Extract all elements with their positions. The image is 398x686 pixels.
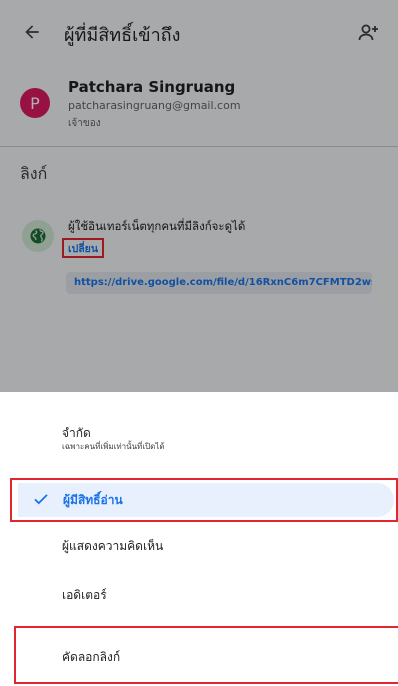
option-commenter[interactable]: ผู้แสดงความคิดเห็น [62, 537, 163, 556]
page-title: ผู้ที่มีสิทธิ์เข้าถึง [64, 25, 181, 46]
option-restricted[interactable]: จำกัด เฉพาะคนที่เพิ่มเท่านั้นที่เปิดได้ [0, 418, 398, 468]
share-url[interactable]: https://drive.google.com/file/d/16RxnC6m… [66, 272, 372, 294]
back-button[interactable] [18, 18, 46, 46]
link-section-title: ลิงก์ [20, 164, 48, 183]
option-reader[interactable]: ผู้มีสิทธิ์อ่าน [10, 478, 398, 522]
option-editor[interactable]: เอดิเตอร์ [62, 586, 107, 605]
globe-icon [22, 220, 54, 252]
divider [0, 146, 398, 147]
change-link-button[interactable]: เปลี่ยน [62, 238, 104, 258]
link-access-description: ผู้ใช้อินเทอร์เน็ตทุกคนที่มีลิงก์จะดูได้ [68, 219, 246, 233]
owner-email: patcharasingruang@gmail.com [68, 99, 241, 112]
app-bar: ผู้ที่มีสิทธิ์เข้าถึง [0, 0, 398, 70]
link-settings-row: ผู้ใช้อินเทอร์เน็ตทุกคนที่มีลิงก์จะดูได้… [0, 210, 398, 300]
option-restricted-subtitle: เฉพาะคนที่เพิ่มเท่านั้นที่เปิดได้ [62, 442, 165, 451]
copy-link-button[interactable]: คัดลอกลิงก์ [14, 626, 398, 684]
access-bottom-sheet: จำกัด เฉพาะคนที่เพิ่มเท่านั้นที่เปิดได้ … [0, 392, 398, 686]
check-icon [34, 494, 48, 505]
owner-role: เจ้าของ [68, 118, 101, 129]
add-people-button[interactable] [354, 19, 382, 47]
owner-row[interactable]: P Patchara Singruang patcharasingruang@g… [0, 70, 398, 138]
globe-icon-graphic [30, 228, 46, 244]
owner-name: Patchara Singruang [68, 78, 236, 96]
sharing-screen: ผู้ที่มีสิทธิ์เข้าถึง P Patchara Singrua… [0, 0, 398, 392]
option-reader-label: ผู้มีสิทธิ์อ่าน [63, 493, 123, 507]
copy-link-label: คัดลอกลิงก์ [62, 650, 121, 664]
avatar: P [20, 88, 50, 118]
person-add-icon [358, 24, 378, 41]
arrow-left-icon [25, 25, 39, 39]
